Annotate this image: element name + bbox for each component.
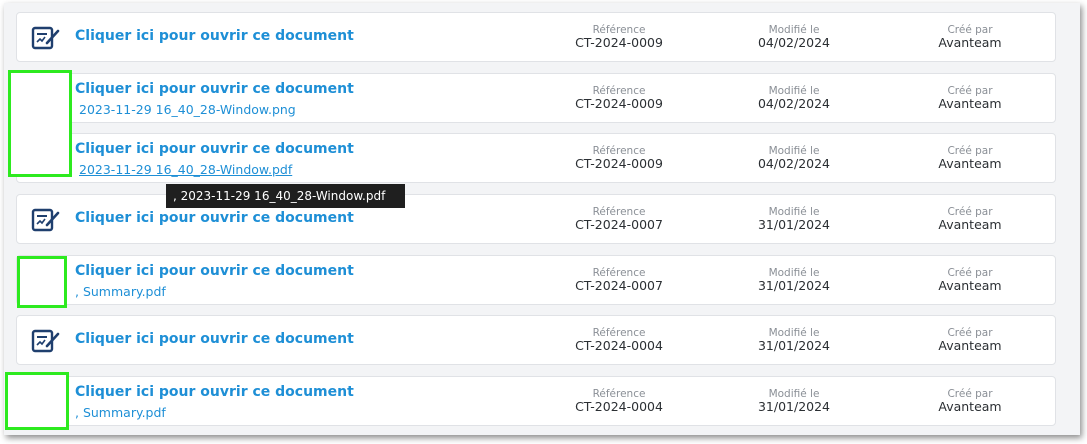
reference-value: CT-2024-0004 [575, 338, 663, 353]
reference-column: Référence CT-2024-0009 [539, 85, 699, 111]
open-document-link[interactable]: Cliquer ici pour ouvrir ce document [75, 81, 354, 97]
modified-column: Modifié le 04/02/2024 [714, 145, 874, 171]
modified-value: 31/01/2024 [757, 338, 831, 353]
open-document-link[interactable]: Cliquer ici pour ouvrir ce document [75, 141, 354, 157]
modified-column: Modifié le 04/02/2024 [714, 85, 874, 111]
created-by-column: Créé par Avanteam [890, 145, 1050, 171]
created-by-value: Avanteam [938, 96, 1002, 111]
created-by-value: Avanteam [938, 156, 1002, 171]
attachment-link[interactable]: 2023-11-29 16_40_28-Window.pdf [79, 162, 292, 177]
document-list-panel: Cliquer ici pour ouvrir ce document Réfé… [4, 3, 1080, 435]
list-item[interactable]: Cliquer ici pour ouvrir ce document 2023… [16, 133, 1056, 183]
document-edit-icon [31, 329, 60, 353]
created-by-value: Avanteam [938, 217, 1002, 232]
list-item[interactable]: Cliquer ici pour ouvrir ce document , Su… [16, 255, 1056, 305]
highlight-box [8, 70, 72, 177]
list-item[interactable]: Cliquer ici pour ouvrir ce document Réfé… [16, 12, 1056, 62]
open-document-link[interactable]: Cliquer ici pour ouvrir ce document [75, 263, 354, 279]
open-document-link[interactable]: Cliquer ici pour ouvrir ce document [75, 384, 354, 400]
attachment-link[interactable]: , Summary.pdf [75, 284, 166, 299]
created-by-column: Créé par Avanteam [890, 85, 1050, 111]
modified-column: Modifié le 31/01/2024 [714, 206, 874, 232]
reference-value: CT-2024-0007 [575, 278, 663, 293]
created-by-value: Avanteam [938, 278, 1002, 293]
modified-value: 04/02/2024 [757, 156, 831, 171]
open-document-link[interactable]: Cliquer ici pour ouvrir ce document [75, 28, 354, 44]
reference-column: Référence CT-2024-0004 [539, 327, 699, 353]
open-document-link[interactable]: Cliquer ici pour ouvrir ce document [75, 331, 354, 347]
document-edit-icon [31, 26, 60, 50]
created-by-column: Créé par Avanteam [890, 267, 1050, 293]
document-edit-icon [31, 208, 60, 232]
list-item[interactable]: Cliquer ici pour ouvrir ce document , Su… [16, 376, 1056, 426]
modified-value: 31/01/2024 [757, 278, 831, 293]
modified-column: Modifié le 04/02/2024 [714, 24, 874, 50]
created-by-column: Créé par Avanteam [890, 388, 1050, 414]
modified-value: 04/02/2024 [757, 96, 831, 111]
modified-column: Modifié le 31/01/2024 [714, 388, 874, 414]
attachment-tooltip: , 2023-11-29 16_40_28-Window.pdf [166, 184, 405, 208]
created-by-column: Créé par Avanteam [890, 24, 1050, 50]
created-by-value: Avanteam [938, 338, 1002, 353]
reference-value: CT-2024-0007 [575, 217, 663, 232]
created-by-column: Créé par Avanteam [890, 327, 1050, 353]
highlight-box [17, 256, 67, 308]
created-by-value: Avanteam [938, 399, 1002, 414]
open-document-link[interactable]: Cliquer ici pour ouvrir ce document [75, 210, 354, 226]
highlight-box [5, 372, 69, 430]
created-by-value: Avanteam [938, 35, 1002, 50]
reference-value: CT-2024-0009 [575, 35, 663, 50]
list-item[interactable]: Cliquer ici pour ouvrir ce document Réfé… [16, 315, 1056, 365]
created-by-column: Créé par Avanteam [890, 206, 1050, 232]
reference-value: CT-2024-0009 [575, 156, 663, 171]
modified-value: 31/01/2024 [757, 217, 831, 232]
attachment-link[interactable]: 2023-11-29 16_40_28-Window.png [79, 102, 296, 117]
modified-value: 31/01/2024 [757, 399, 831, 414]
attachment-link[interactable]: , Summary.pdf [75, 405, 166, 420]
reference-column: Référence CT-2024-0009 [539, 24, 699, 50]
reference-value: CT-2024-0004 [575, 399, 663, 414]
reference-value: CT-2024-0009 [575, 96, 663, 111]
reference-column: Référence CT-2024-0007 [539, 206, 699, 232]
reference-column: Référence CT-2024-0009 [539, 145, 699, 171]
reference-column: Référence CT-2024-0004 [539, 388, 699, 414]
reference-column: Référence CT-2024-0007 [539, 267, 699, 293]
modified-column: Modifié le 31/01/2024 [714, 327, 874, 353]
modified-value: 04/02/2024 [757, 35, 831, 50]
modified-column: Modifié le 31/01/2024 [714, 267, 874, 293]
list-item[interactable]: Cliquer ici pour ouvrir ce document 2023… [16, 73, 1056, 123]
